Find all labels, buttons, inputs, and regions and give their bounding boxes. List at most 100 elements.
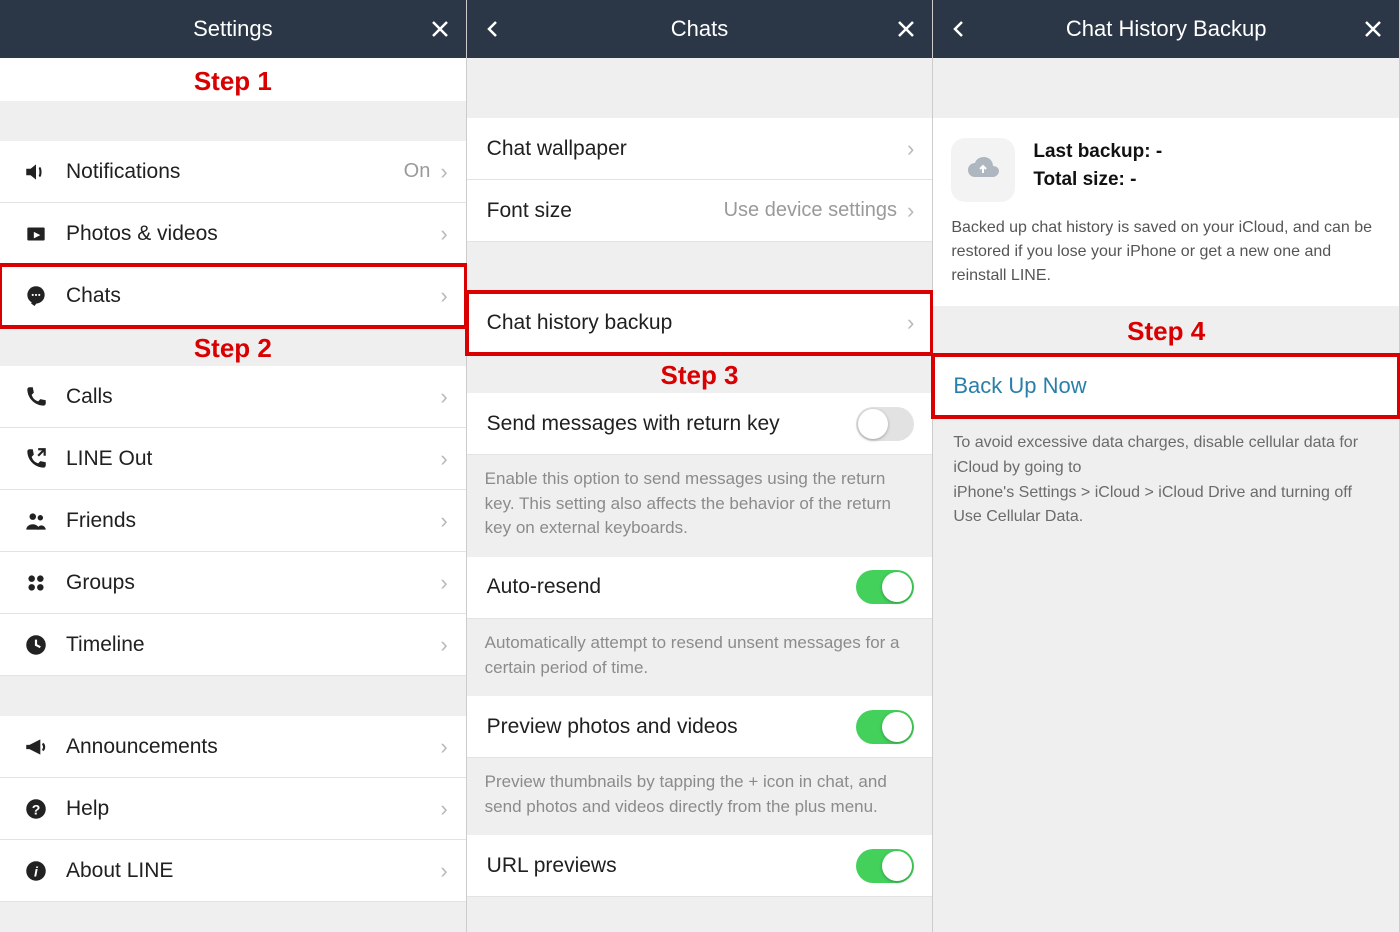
row-label: Announcements	[66, 735, 440, 759]
chats-navbar: Chats	[467, 0, 933, 58]
row-label: Photos & videos	[66, 222, 440, 246]
section-gap	[933, 58, 1399, 118]
step-1-label: Step 1	[0, 58, 466, 101]
settings-title: Settings	[193, 16, 273, 42]
settings-row-timeline[interactable]: Timeline ›	[0, 614, 466, 676]
chevron-right-icon: ›	[440, 159, 447, 185]
close-icon	[430, 19, 450, 39]
settings-row-groups[interactable]: Groups ›	[0, 552, 466, 614]
preview-description: Preview thumbnails by tapping the + icon…	[467, 758, 933, 835]
close-icon	[1363, 19, 1383, 39]
chats-row-url-previews[interactable]: URL previews	[467, 835, 933, 897]
return-key-description: Enable this option to send messages usin…	[467, 455, 933, 557]
chevron-right-icon: ›	[440, 734, 447, 760]
info-icon: i	[16, 858, 56, 884]
photos-icon	[16, 221, 56, 247]
timeline-icon	[16, 632, 56, 658]
chevron-right-icon: ›	[440, 221, 447, 247]
section-gap	[467, 242, 933, 292]
chevron-right-icon: ›	[440, 632, 447, 658]
row-label: Calls	[66, 385, 440, 409]
cloud-sync-icon	[951, 138, 1015, 202]
row-value: On	[404, 160, 431, 183]
row-label: Chats	[66, 284, 440, 308]
step-2-label: Step 2	[0, 327, 466, 366]
chats-title: Chats	[671, 16, 728, 42]
chats-row-history-backup[interactable]: Chat history backup ›	[467, 292, 933, 354]
settings-row-notifications[interactable]: Notifications On ›	[0, 141, 466, 203]
phone-icon	[16, 384, 56, 410]
row-label: Chat history backup	[487, 311, 907, 335]
row-value: Use device settings	[724, 199, 897, 222]
row-label: About LINE	[66, 859, 440, 883]
last-backup-label: Last backup: -	[1033, 138, 1162, 166]
chevron-right-icon: ›	[440, 384, 447, 410]
step-4-label: Step 4	[933, 306, 1399, 355]
close-button[interactable]	[414, 0, 466, 58]
chats-row-fontsize[interactable]: Font size Use device settings ›	[467, 180, 933, 242]
row-label: Groups	[66, 571, 440, 595]
chevron-left-icon	[949, 19, 969, 39]
chat-icon	[16, 283, 56, 309]
backup-warning: To avoid excessive data charges, disable…	[933, 417, 1399, 544]
groups-icon	[16, 570, 56, 596]
chevron-right-icon: ›	[440, 446, 447, 472]
preview-toggle[interactable]	[856, 710, 914, 744]
row-label: Friends	[66, 509, 440, 533]
svg-text:?: ?	[32, 801, 41, 817]
chevron-right-icon: ›	[440, 283, 447, 309]
backup-status-card: Last backup: - Total size: -	[933, 118, 1399, 216]
settings-row-friends[interactable]: Friends ›	[0, 490, 466, 552]
close-icon	[896, 19, 916, 39]
step-3-label: Step 3	[467, 354, 933, 393]
chevron-right-icon: ›	[440, 858, 447, 884]
auto-resend-toggle[interactable]	[856, 570, 914, 604]
close-button[interactable]	[1347, 0, 1399, 58]
speaker-icon	[16, 159, 56, 185]
row-label: Auto-resend	[487, 575, 857, 599]
chats-panel: Chats Chat wallpaper › Font size Use dev…	[467, 0, 934, 932]
chevron-right-icon: ›	[907, 198, 914, 224]
settings-row-chats[interactable]: Chats ›	[0, 265, 466, 327]
backup-panel: Chat History Backup Last backup: - Total…	[933, 0, 1400, 932]
chats-row-wallpaper[interactable]: Chat wallpaper ›	[467, 118, 933, 180]
chevron-right-icon: ›	[440, 508, 447, 534]
row-label: LINE Out	[66, 447, 440, 471]
row-label: Preview photos and videos	[487, 715, 857, 739]
settings-row-help[interactable]: ? Help ›	[0, 778, 466, 840]
row-label: Chat wallpaper	[487, 137, 907, 161]
row-label: Send messages with return key	[487, 412, 857, 436]
chats-row-auto-resend[interactable]: Auto-resend	[467, 557, 933, 619]
backup-title: Chat History Backup	[1066, 16, 1267, 42]
chevron-left-icon	[483, 19, 503, 39]
section-gap	[467, 58, 933, 118]
settings-row-photos[interactable]: Photos & videos ›	[0, 203, 466, 265]
row-label: Timeline	[66, 633, 440, 657]
row-label: URL previews	[487, 854, 857, 878]
section-gap	[0, 101, 466, 141]
settings-row-about[interactable]: i About LINE ›	[0, 840, 466, 902]
return-key-toggle[interactable]	[856, 407, 914, 441]
back-button[interactable]	[933, 0, 985, 58]
url-previews-toggle[interactable]	[856, 849, 914, 883]
settings-row-lineout[interactable]: LINE Out ›	[0, 428, 466, 490]
settings-row-calls[interactable]: Calls ›	[0, 366, 466, 428]
backup-navbar: Chat History Backup	[933, 0, 1399, 58]
megaphone-icon	[16, 734, 56, 760]
settings-navbar: Settings	[0, 0, 466, 58]
settings-row-announcements[interactable]: Announcements ›	[0, 716, 466, 778]
row-label: Font size	[487, 199, 724, 223]
back-button[interactable]	[467, 0, 519, 58]
close-button[interactable]	[880, 0, 932, 58]
auto-resend-description: Automatically attempt to resend unsent m…	[467, 619, 933, 696]
chevron-right-icon: ›	[907, 310, 914, 336]
chevron-right-icon: ›	[440, 570, 447, 596]
lineout-icon	[16, 446, 56, 472]
chats-row-preview[interactable]: Preview photos and videos	[467, 696, 933, 758]
row-label: Notifications	[66, 160, 404, 184]
chevron-right-icon: ›	[907, 136, 914, 162]
total-size-label: Total size: -	[1033, 166, 1162, 194]
backup-now-button[interactable]: Back Up Now	[933, 355, 1399, 417]
backup-note: Backed up chat history is saved on your …	[933, 216, 1399, 306]
chats-row-return-key[interactable]: Send messages with return key	[467, 393, 933, 455]
